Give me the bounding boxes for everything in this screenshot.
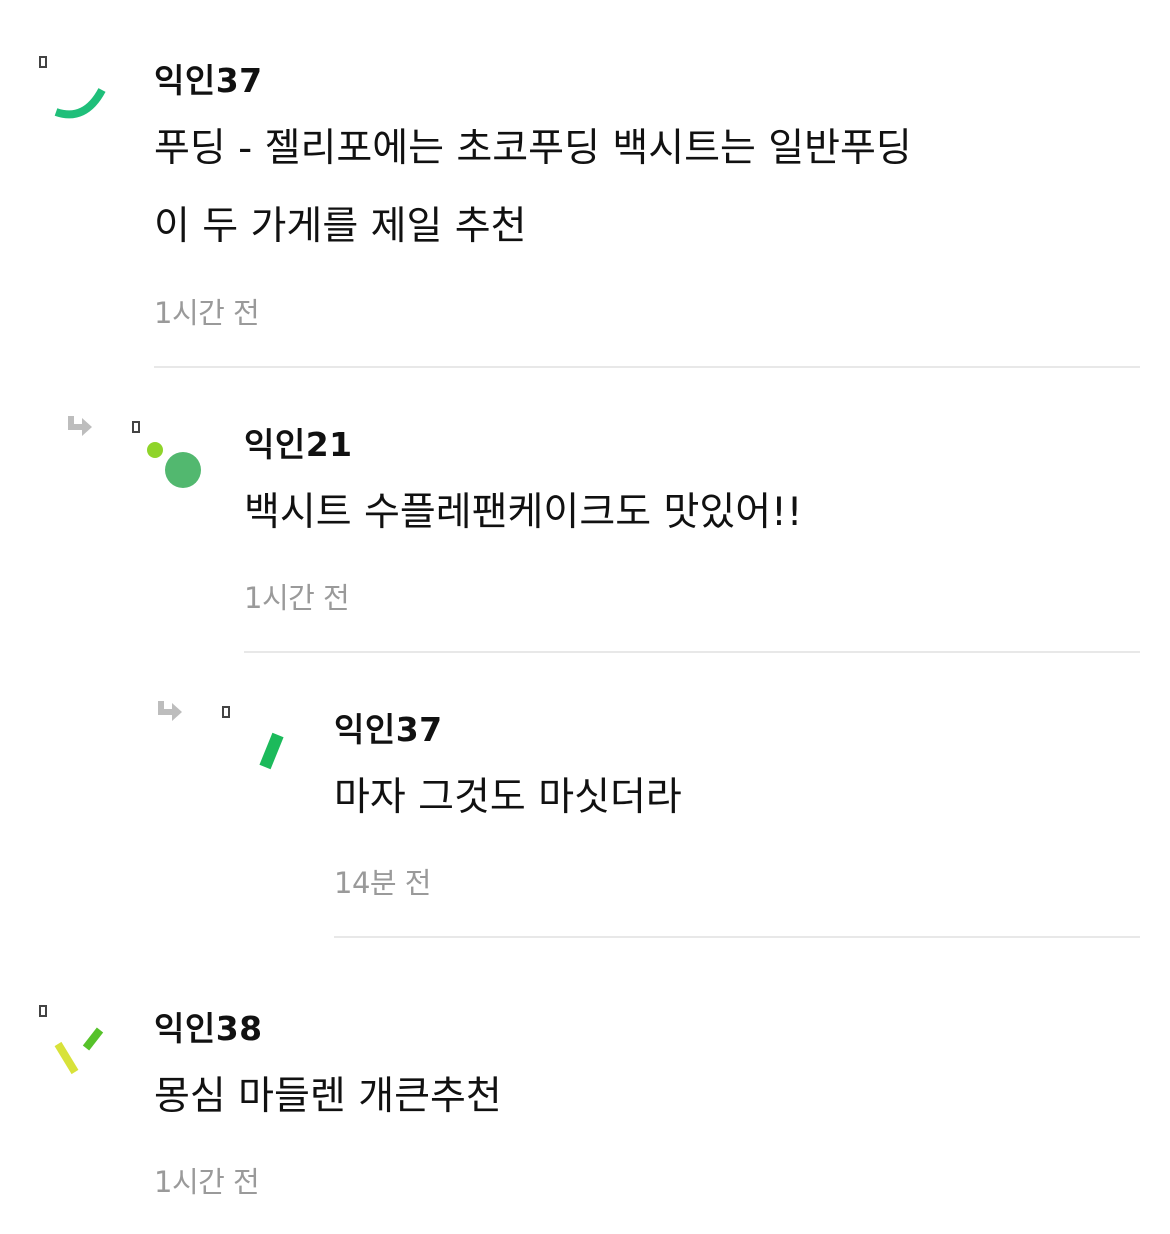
comment-text-line: 푸딩 - 젤리포에는 초코푸딩 백시트는 일반푸딩 <box>154 126 912 171</box>
reply-item: 익인37 마자 그것도 마싯더라 14분 전 <box>0 655 1170 940</box>
green-arc-avatar-icon[interactable] <box>30 50 120 140</box>
comment-text: 몽심 마들렌 개큰추천 <box>154 1058 502 1136</box>
reply-arrow-icon <box>64 414 94 442</box>
green-ticks-avatar-icon[interactable] <box>30 1000 120 1090</box>
comment-timestamp: 1시간 전 <box>154 296 260 330</box>
comment-timestamp: 1시간 전 <box>244 581 350 615</box>
comment-divider <box>334 936 1140 938</box>
comment-author[interactable]: 익인38 <box>154 1002 263 1050</box>
comment-timestamp: 1시간 전 <box>154 1165 260 1199</box>
reply-item: 익인21 백시트 수플레팬케이크도 맛있어!! 1시간 전 <box>0 370 1170 655</box>
comment-text-line: 몽심 마들렌 개큰추천 <box>154 1074 502 1119</box>
comment-text: 백시트 수플레팬케이크도 맛있어!! <box>244 474 802 552</box>
comment-divider <box>154 366 1140 368</box>
green-dash-avatar-icon[interactable] <box>210 701 300 791</box>
green-dots-avatar-icon[interactable] <box>120 416 210 506</box>
comment-timestamp: 14분 전 <box>334 866 431 900</box>
comment-author[interactable]: 익인37 <box>154 54 263 102</box>
comment-text-line: 마자 그것도 마싯더라 <box>334 775 682 820</box>
comment-item: 익인38 몽심 마들렌 개큰추천 1시간 전 <box>0 940 1170 1234</box>
comment-item: 익인37 푸딩 - 젤리포에는 초코푸딩 백시트는 일반푸딩 이 두 가게를 제… <box>0 0 1170 370</box>
comment-author[interactable]: 익인21 <box>244 418 353 466</box>
reply-arrow-icon <box>154 699 184 727</box>
comment-text: 푸딩 - 젤리포에는 초코푸딩 백시트는 일반푸딩 이 두 가게를 제일 추천 <box>154 110 912 266</box>
comment-text-line: 이 두 가게를 제일 추천 <box>154 204 527 249</box>
comment-author[interactable]: 익인37 <box>334 703 443 751</box>
comment-text: 마자 그것도 마싯더라 <box>334 759 682 837</box>
comment-divider <box>244 651 1140 653</box>
comment-text-line: 백시트 수플레팬케이크도 맛있어!! <box>244 490 803 535</box>
